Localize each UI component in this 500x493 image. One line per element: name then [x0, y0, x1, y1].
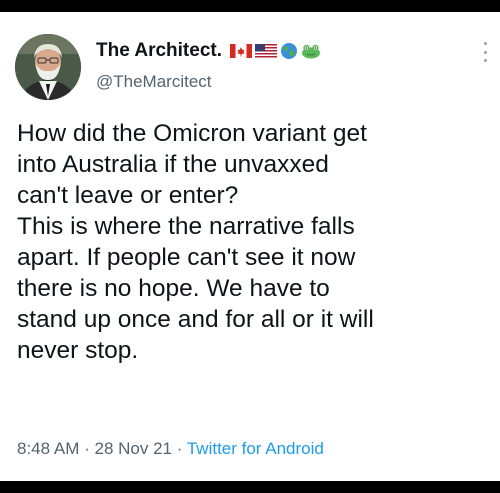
author-name-row: The Architect.	[96, 40, 321, 62]
tweet-source-link[interactable]: Twitter for Android	[187, 439, 324, 458]
meta-separator: ·	[84, 439, 90, 458]
more-options-icon[interactable]	[482, 42, 488, 62]
usa-flag-icon	[255, 44, 277, 58]
name-emoji-group	[230, 42, 321, 60]
tweet-date[interactable]: 28 Nov 21	[95, 439, 173, 458]
frog-icon	[302, 44, 320, 59]
tweet-text: How did the Omicron variant get into Aus…	[17, 120, 374, 364]
author-handle[interactable]: @TheMarcitect	[96, 72, 212, 92]
avatar-portrait	[15, 34, 81, 100]
display-name[interactable]: The Architect.	[96, 40, 222, 62]
canada-flag-icon	[230, 44, 252, 58]
tweet-card: The Architect. @TheMarcitect How did the…	[0, 12, 500, 485]
meta-separator: ·	[176, 439, 183, 458]
earth-globe-icon	[281, 43, 297, 59]
tweet-time[interactable]: 8:48 AM	[17, 439, 79, 458]
avatar[interactable]	[15, 34, 81, 100]
divider	[0, 481, 500, 485]
tweet-meta: 8:48 AM · 28 Nov 21 · Twitter for Androi…	[17, 439, 324, 459]
